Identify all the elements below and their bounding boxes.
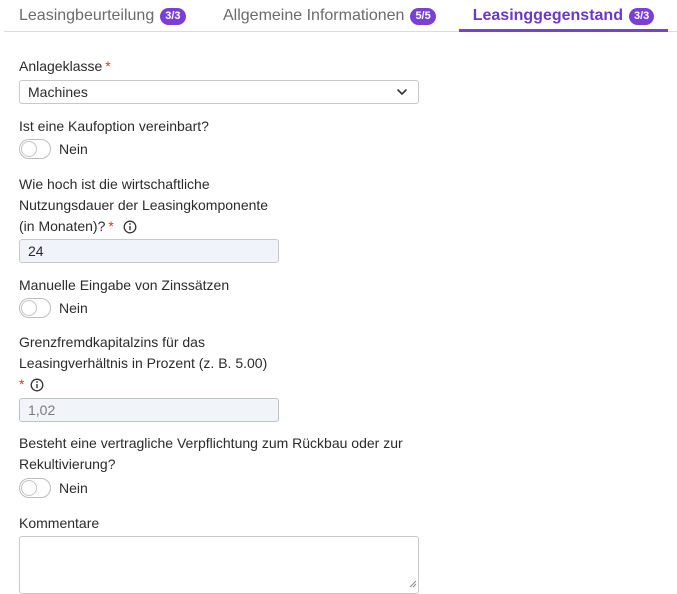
rueckbau-label-line-2: Rekultivierung? (19, 456, 116, 472)
grenzfremdkapitalzins-label: Grenzfremdkapitalzins für das Leasingver… (19, 332, 267, 395)
nutzungsdauer-label-line-3: (in Monaten)? * (19, 216, 268, 237)
tab-bar: Leasingbeurteilung 3/3 Allgemeine Inform… (0, 0, 677, 32)
zinssaetze-toggle-row: Nein (19, 297, 88, 319)
tab-badge: 3/3 (628, 7, 655, 25)
nutzungsdauer-label: Wie hoch ist die wirtschaftliche Nutzung… (19, 174, 268, 237)
kaufoption-label: Ist eine Kaufoption vereinbart? (19, 118, 209, 134)
tab-label: Leasinggegenstand (472, 7, 623, 24)
tab-leasinggegenstand[interactable]: Leasinggegenstand 3/3 (459, 0, 668, 32)
anlageklasse-select-value: Machines (28, 84, 88, 100)
grenzfremdkapitalzins-label-line-1: Grenzfremdkapitalzins für das (19, 334, 205, 350)
nutzungsdauer-input[interactable]: 24 (19, 239, 279, 263)
grenzfremdkapitalzins-input-value: 1,02 (28, 402, 56, 418)
anlageklasse-label-text: Anlageklasse (19, 58, 103, 74)
rueckbau-label: Besteht eine vertragliche Verpflichtung … (19, 433, 403, 475)
tab-allgemeine-informationen[interactable]: Allgemeine Informationen 5/5 (223, 0, 436, 32)
grenzfremdkapitalzins-input[interactable]: 1,02 (19, 398, 279, 422)
rueckbau-toggle-row: Nein (19, 477, 88, 499)
zinssaetze-toggle-text: Nein (59, 300, 88, 316)
active-tab-indicator (459, 29, 668, 32)
kaufoption-toggle-row: Nein (19, 138, 88, 160)
info-icon[interactable] (30, 378, 44, 392)
nutzungsdauer-input-value: 24 (28, 243, 44, 259)
grenzfremdkapitalzins-label-line-2: Leasingverhältnis in Prozent (z. B. 5.00… (19, 355, 268, 371)
tab-badge: 5/5 (410, 7, 436, 25)
toggle-knob (21, 141, 37, 157)
rueckbau-label-line-1: Besteht eine vertragliche Verpflichtung … (19, 435, 403, 451)
kaufoption-toggle[interactable] (19, 139, 51, 159)
kommentare-textarea[interactable] (19, 536, 419, 594)
tab-leasingbeurteilung[interactable]: Leasingbeurteilung 3/3 (19, 0, 186, 32)
toggle-knob (21, 300, 37, 316)
required-marker: * (19, 376, 25, 392)
tab-badge: 3/3 (160, 7, 186, 25)
zinssaetze-label: Manuelle Eingabe von Zinssätzen (19, 277, 230, 293)
kommentare-label: Kommentare (19, 515, 100, 531)
zinssaetze-toggle[interactable] (19, 298, 51, 318)
rueckbau-toggle-text: Nein (59, 480, 88, 496)
anlageklasse-select[interactable]: Machines (19, 80, 419, 104)
tab-label: Leasingbeurteilung (19, 7, 155, 24)
nutzungsdauer-label-line-3-text: (in Monaten)? (19, 218, 106, 234)
chevron-down-icon (397, 89, 407, 95)
resize-handle-icon[interactable] (409, 580, 417, 588)
tab-label: Allgemeine Informationen (223, 7, 405, 24)
nutzungsdauer-label-line-2: Nutzungsdauer der Leasingkomponente (19, 197, 269, 213)
info-icon[interactable] (123, 220, 137, 234)
grenzfremdkapitalzins-label-line-3: * (19, 374, 267, 395)
required-marker: * (105, 58, 111, 74)
nutzungsdauer-label-line-1: Wie hoch ist die wirtschaftliche (19, 176, 210, 192)
rueckbau-toggle[interactable] (19, 478, 51, 498)
kaufoption-toggle-text: Nein (59, 141, 88, 157)
toggle-knob (21, 480, 37, 496)
required-marker: * (108, 218, 114, 234)
anlageklasse-label: Anlageklasse * (19, 56, 111, 77)
